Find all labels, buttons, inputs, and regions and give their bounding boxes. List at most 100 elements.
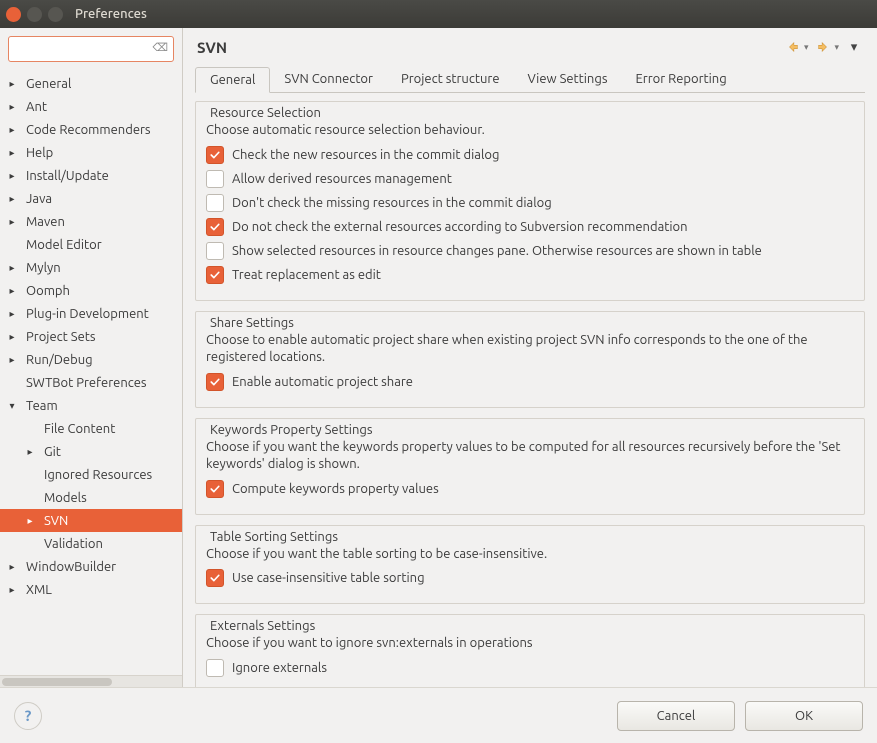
tree-item-run-debug[interactable]: ▸Run/Debug — [0, 348, 182, 371]
checkbox[interactable] — [206, 218, 224, 236]
dialog-footer: ? Cancel OK — [0, 687, 877, 743]
option-label: Use case-insensitive table sorting — [232, 571, 425, 585]
section-legend: Externals Settings — [206, 619, 319, 633]
chevron-right-icon: ▸ — [6, 584, 18, 596]
cancel-button[interactable]: Cancel — [617, 701, 735, 731]
checkbox[interactable] — [206, 569, 224, 587]
window-maximize-button[interactable] — [48, 7, 63, 22]
checkbox[interactable] — [206, 146, 224, 164]
tree-item-maven[interactable]: ▸Maven — [0, 210, 182, 233]
tree-item-ant[interactable]: ▸Ant — [0, 95, 182, 118]
tree-item-install-update[interactable]: ▸Install/Update — [0, 164, 182, 187]
option-label: Enable automatic project share — [232, 375, 413, 389]
tree-item-validation[interactable]: ▸Validation — [0, 532, 182, 555]
option-row: Enable automatic project share — [206, 373, 854, 391]
preferences-tree[interactable]: ▸General▸Ant▸Code Recommenders▸Help▸Inst… — [0, 70, 182, 675]
chevron-right-icon: ▸ — [24, 515, 36, 527]
checkbox[interactable] — [206, 170, 224, 188]
tree-item-general[interactable]: ▸General — [0, 72, 182, 95]
option-row: Treat replacement as edit — [206, 266, 854, 284]
help-button[interactable]: ? — [14, 702, 42, 730]
nav-forward-menu[interactable]: ▾ — [834, 42, 839, 53]
section-share: Share SettingsChoose to enable automatic… — [195, 311, 865, 408]
tab-project-structure[interactable]: Project structure — [387, 67, 514, 93]
filter-input[interactable] — [8, 36, 174, 62]
section-legend: Table Sorting Settings — [206, 530, 342, 544]
section-description: Choose if you want to ignore svn:externa… — [206, 635, 854, 653]
checkbox[interactable] — [206, 242, 224, 260]
tree-item-swtbot-preferences[interactable]: ▸SWTBot Preferences — [0, 371, 182, 394]
tree-item-label: Models — [44, 491, 182, 505]
tree-item-file-content[interactable]: ▸File Content — [0, 417, 182, 440]
section-resource: Resource SelectionChoose automatic resou… — [195, 101, 865, 301]
window-title: Preferences — [75, 7, 147, 21]
sidebar: ⌫ ▸General▸Ant▸Code Recommenders▸Help▸In… — [0, 28, 183, 687]
tab-error-reporting[interactable]: Error Reporting — [621, 67, 740, 93]
window-minimize-button[interactable] — [27, 7, 42, 22]
tree-item-label: Mylyn — [26, 261, 182, 275]
horizontal-scrollbar[interactable] — [0, 675, 182, 687]
section-legend: Share Settings — [206, 316, 298, 330]
tree-item-label: Java — [26, 192, 182, 206]
tree-item-help[interactable]: ▸Help — [0, 141, 182, 164]
tree-item-label: WindowBuilder — [26, 560, 182, 574]
tree-item-label: Validation — [44, 537, 182, 551]
tree-item-project-sets[interactable]: ▸Project Sets — [0, 325, 182, 348]
main-panel: SVN ▾ ▾ ▾ GeneralSVN ConnectorProject st… — [183, 28, 877, 687]
tree-item-oomph[interactable]: ▸Oomph — [0, 279, 182, 302]
tree-item-label: SVN — [44, 514, 182, 528]
nav-forward-button[interactable] — [814, 38, 832, 56]
tab-general[interactable]: General — [195, 67, 270, 93]
tree-item-mylyn[interactable]: ▸Mylyn — [0, 256, 182, 279]
chevron-right-icon: ▸ — [6, 78, 18, 90]
option-row: Do not check the external resources acco… — [206, 218, 854, 236]
settings-pane: Resource SelectionChoose automatic resou… — [183, 93, 877, 687]
tree-item-git[interactable]: ▸Git — [0, 440, 182, 463]
tree-item-label: Run/Debug — [26, 353, 182, 367]
tab-view-settings[interactable]: View Settings — [514, 67, 622, 93]
option-row: Use case-insensitive table sorting — [206, 569, 854, 587]
chevron-right-icon: ▸ — [6, 170, 18, 182]
option-label: Check the new resources in the commit di… — [232, 148, 499, 162]
nav-back-button[interactable] — [784, 38, 802, 56]
tree-item-windowbuilder[interactable]: ▸ WindowBuilder — [0, 555, 182, 578]
tree-item-model-editor[interactable]: ▸Model Editor — [0, 233, 182, 256]
checkbox[interactable] — [206, 266, 224, 284]
tree-item-java[interactable]: ▸ Java — [0, 187, 182, 210]
tree-item-label: Git — [44, 445, 182, 459]
tree-item-label: SWTBot Preferences — [26, 376, 182, 390]
tree-item-label: Maven — [26, 215, 182, 229]
tree-item-label: Ignored Resources — [44, 468, 182, 482]
clear-filter-icon[interactable]: ⌫ — [152, 41, 168, 54]
chevron-down-icon: ▾ — [6, 400, 18, 412]
tree-item-label: Team — [26, 399, 182, 413]
tree-item-code-recommenders[interactable]: ▸Code Recommenders — [0, 118, 182, 141]
view-menu-button[interactable]: ▾ — [845, 38, 863, 56]
checkbox[interactable] — [206, 659, 224, 677]
tree-item-team[interactable]: ▾ Team — [0, 394, 182, 417]
section-sorting: Table Sorting SettingsChoose if you want… — [195, 525, 865, 605]
option-row: Don't check the missing resources in the… — [206, 194, 854, 212]
nav-back-menu[interactable]: ▾ — [804, 42, 809, 53]
chevron-right-icon: ▸ — [6, 308, 18, 320]
option-label: Show selected resources in resource chan… — [232, 244, 762, 258]
option-row: Show selected resources in resource chan… — [206, 242, 854, 260]
tree-item-svn[interactable]: ▸ SVN — [0, 509, 182, 532]
window-close-button[interactable] — [6, 7, 21, 22]
tab-svn-connector[interactable]: SVN Connector — [270, 67, 387, 93]
chevron-right-icon: ▸ — [6, 561, 18, 573]
option-row: Allow derived resources management — [206, 170, 854, 188]
chevron-right-icon: ▸ — [6, 124, 18, 136]
tree-item-ignored-resources[interactable]: ▸Ignored Resources — [0, 463, 182, 486]
tree-item-plug-in-development[interactable]: ▸ Plug-in Development — [0, 302, 182, 325]
tree-item-label: Plug-in Development — [26, 307, 182, 321]
checkbox[interactable] — [206, 373, 224, 391]
option-row: Ignore externals — [206, 659, 854, 677]
ok-button[interactable]: OK — [745, 701, 863, 731]
checkbox[interactable] — [206, 194, 224, 212]
tree-item-xml[interactable]: ▸XML — [0, 578, 182, 601]
chevron-right-icon: ▸ — [6, 193, 18, 205]
tree-item-label: Oomph — [26, 284, 182, 298]
checkbox[interactable] — [206, 480, 224, 498]
tree-item-models[interactable]: ▸Models — [0, 486, 182, 509]
